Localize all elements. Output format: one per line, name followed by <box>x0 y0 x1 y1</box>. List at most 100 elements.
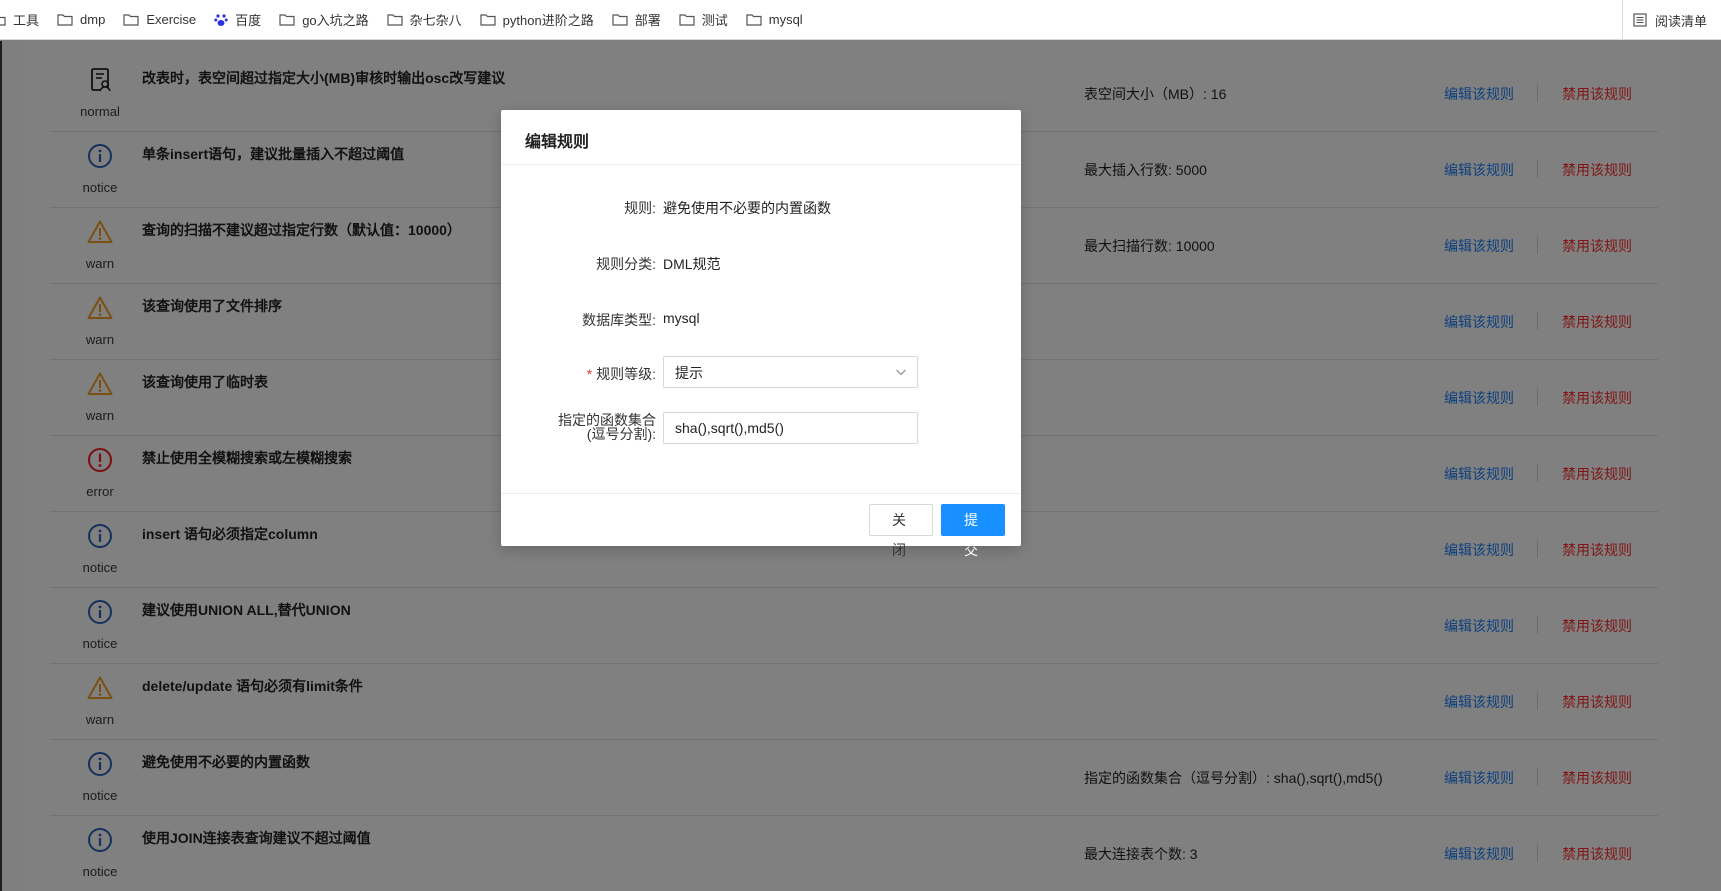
bookmark-baidu[interactable]: 百度 <box>214 10 261 29</box>
rule-title: 使用JOIN连接表查询建议不超过阈值 <box>142 830 371 846</box>
rule-level-text: warn <box>85 256 115 271</box>
bookmark-test[interactable]: 测试 <box>679 10 728 29</box>
rule-param: 最大插入行数: 5000 <box>1084 162 1207 178</box>
level-select-value: 提示 <box>675 365 703 381</box>
edit-rule-link[interactable]: 编辑该规则 <box>1444 236 1514 256</box>
warning-triangle-icon <box>87 220 113 243</box>
link-separator <box>1537 540 1538 558</box>
funcs-input[interactable] <box>663 412 918 444</box>
rule-level: warn <box>50 664 150 740</box>
bookmarks-bar: 工具 dmp Exercise 百度 go入坑之路 杂七杂八 python进阶之… <box>0 0 1721 40</box>
rule-level-text: notice <box>82 180 118 195</box>
disable-rule-link[interactable]: 禁用该规则 <box>1562 388 1632 408</box>
edit-rule-link[interactable]: 编辑该规则 <box>1444 616 1514 636</box>
edit-rule-link[interactable]: 编辑该规则 <box>1444 388 1514 408</box>
rule-param: 指定的函数集合（逗号分割）: sha(),sqrt(),md5() <box>1084 770 1383 786</box>
exclamation-circle-icon <box>88 448 112 472</box>
bookmark-label: 部署 <box>634 13 661 28</box>
chevron-down-icon <box>896 369 906 376</box>
modal-title: 编辑规则 <box>525 134 590 151</box>
rule-level-text: warn <box>85 408 115 423</box>
link-separator <box>1537 84 1538 102</box>
bookmark-tools[interactable]: 工具 <box>0 10 39 29</box>
bookmark-label: mysql <box>768 12 803 27</box>
modal-footer: 关闭 提交 <box>501 493 1021 558</box>
level-select[interactable]: 提示 <box>663 356 918 388</box>
rule-level: notice <box>50 588 150 664</box>
folder-icon <box>57 13 73 26</box>
rule-title: 避免使用不必要的内置函数 <box>142 754 310 770</box>
disable-rule-link[interactable]: 禁用该规则 <box>1562 464 1632 484</box>
edit-rule-link[interactable]: 编辑该规则 <box>1444 768 1514 788</box>
rule-title: 改表时，表空间超过指定大小(MB)审核时输出osc改写建议 <box>142 70 506 86</box>
rule-level: warn <box>50 284 150 360</box>
link-separator <box>1537 616 1538 634</box>
folder-icon <box>679 13 695 26</box>
folder-icon <box>612 13 628 26</box>
link-separator <box>1537 160 1538 178</box>
info-circle-icon <box>88 828 112 852</box>
submit-button[interactable]: 提交 <box>941 504 1005 558</box>
edit-rule-link[interactable]: 编辑该规则 <box>1444 692 1514 712</box>
rule-level: notice <box>50 512 150 588</box>
link-separator <box>1537 768 1538 786</box>
edit-rule-link[interactable]: 编辑该规则 <box>1444 84 1514 104</box>
disable-rule-link[interactable]: 禁用该规则 <box>1562 616 1632 636</box>
dbtype-value: mysql <box>663 310 700 326</box>
disable-rule-link[interactable]: 禁用该规则 <box>1562 768 1632 788</box>
disable-rule-link[interactable]: 禁用该规则 <box>1562 692 1632 712</box>
rule-level-text: warn <box>85 712 115 727</box>
folder-icon <box>123 13 139 26</box>
close-button[interactable]: 关闭 <box>869 504 933 558</box>
bookmark-go[interactable]: go入坑之路 <box>279 10 369 29</box>
category-value: DML规范 <box>663 256 721 272</box>
bookmark-label: 百度 <box>235 13 262 28</box>
rule-param: 表空间大小（MB）: 16 <box>1084 86 1227 102</box>
dbtype-label: 数据库类型: <box>582 312 656 328</box>
disable-rule-link[interactable]: 禁用该规则 <box>1562 84 1632 104</box>
edit-rule-link[interactable]: 编辑该规则 <box>1444 312 1514 332</box>
rule-level: notice <box>50 740 150 816</box>
edit-rule-link[interactable]: 编辑该规则 <box>1444 540 1514 560</box>
bookmark-dmp[interactable]: dmp <box>57 12 105 27</box>
bookmark-misc[interactable]: 杂七杂八 <box>387 10 462 29</box>
disable-rule-link[interactable]: 禁用该规则 <box>1562 540 1632 560</box>
rule-level-text: notice <box>82 560 118 575</box>
bookmark-label: Exercise <box>146 12 197 27</box>
edit-rule-link[interactable]: 编辑该规则 <box>1444 844 1514 864</box>
category-label: 规则分类: <box>596 256 656 272</box>
disable-rule-link[interactable]: 禁用该规则 <box>1562 236 1632 256</box>
folder-icon <box>387 13 403 26</box>
edit-rule-link[interactable]: 编辑该规则 <box>1444 160 1514 180</box>
rule-title: delete/update 语句必须有limit条件 <box>142 678 363 694</box>
bookmark-exercise[interactable]: Exercise <box>123 12 196 27</box>
bookmark-mysql[interactable]: mysql <box>746 12 803 27</box>
bookmark-python[interactable]: python进阶之路 <box>480 10 594 29</box>
bookmark-label: 工具 <box>13 13 40 28</box>
page-left-edge <box>0 41 2 891</box>
rule-label: 规则: <box>624 200 656 216</box>
rule-level: notice <box>50 132 150 208</box>
rule-title: 该查询使用了临时表 <box>142 374 268 390</box>
folder-icon <box>0 14 6 26</box>
warning-triangle-icon <box>87 296 113 319</box>
rule-title: 禁止使用全模糊搜索或左模糊搜索 <box>142 450 352 466</box>
rule-level-text: notice <box>82 864 118 879</box>
rule-level-text: notice <box>82 636 118 651</box>
disable-rule-link[interactable]: 禁用该规则 <box>1562 844 1632 864</box>
form-row-rule: 规则: 避免使用不必要的内置函数 <box>501 190 1021 222</box>
edit-rule-link[interactable]: 编辑该规则 <box>1444 464 1514 484</box>
rule-row: notice 避免使用不必要的内置函数 指定的函数集合（逗号分割）: sha()… <box>50 740 1658 816</box>
folder-icon <box>279 13 295 26</box>
bookmark-deploy[interactable]: 部署 <box>612 10 661 29</box>
form-row-category: 规则分类: DML规范 <box>501 246 1021 278</box>
rule-title: 查询的扫描不建议超过指定行数（默认值：10000） <box>142 222 461 238</box>
disable-rule-link[interactable]: 禁用该规则 <box>1562 160 1632 180</box>
required-mark: * <box>586 366 593 382</box>
link-separator <box>1537 312 1538 330</box>
reading-list-button[interactable]: 阅读清单 <box>1621 0 1707 40</box>
funcs-label: 指定的函数集合 (逗号分割): <box>521 413 656 441</box>
disable-rule-link[interactable]: 禁用该规则 <box>1562 312 1632 332</box>
form-row-level: * 规则等级: 提示 <box>501 356 1021 388</box>
form-row-funcs: 指定的函数集合 (逗号分割): <box>501 412 1021 444</box>
